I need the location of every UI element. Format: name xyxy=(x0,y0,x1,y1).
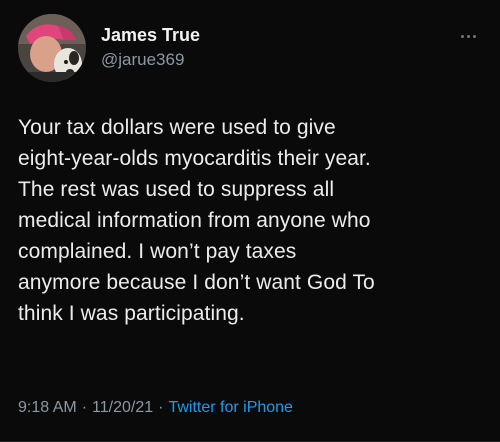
tweet-text: Your tax dollars were used to give eight… xyxy=(18,116,375,325)
meta-separator: · xyxy=(81,399,88,416)
tweet-header: James True @jarue369 xyxy=(18,14,488,84)
tweet-source-link[interactable]: Twitter for iPhone xyxy=(168,399,293,416)
tweet-time[interactable]: 9:18 AM xyxy=(18,399,77,416)
tweet-meta: 9:18 AM · 11/20/21 · Twitter for iPhone xyxy=(18,397,293,419)
author-handle[interactable]: @jarue369 xyxy=(101,49,200,71)
avatar[interactable] xyxy=(18,14,86,82)
author-names: James True @jarue369 xyxy=(101,24,200,71)
tweet-card: James True @jarue369 Your tax dollars we… xyxy=(0,0,500,442)
author-display-name[interactable]: James True xyxy=(101,24,200,46)
avatar-image xyxy=(18,14,86,82)
meta-separator: · xyxy=(158,399,164,416)
tweet-date[interactable]: 11/20/21 xyxy=(92,399,153,416)
more-dots-icon[interactable] xyxy=(454,26,482,46)
